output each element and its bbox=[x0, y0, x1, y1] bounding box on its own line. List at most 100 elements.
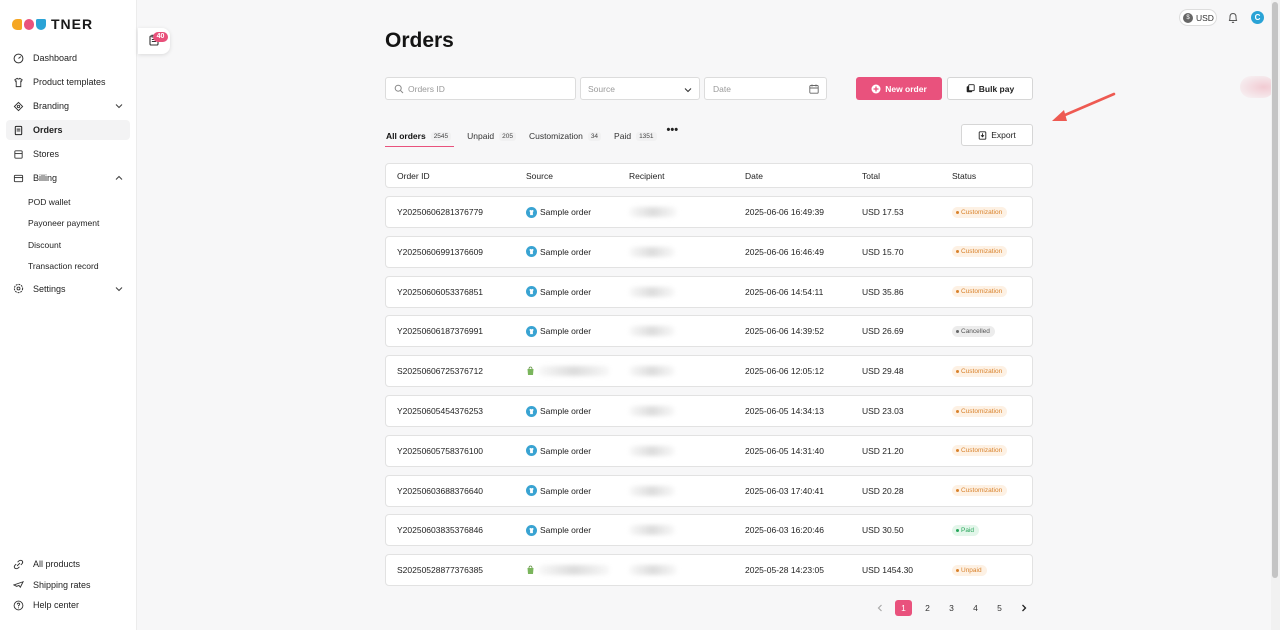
sidebar-item-settings[interactable]: Settings bbox=[6, 279, 130, 299]
bell-icon[interactable] bbox=[1227, 11, 1239, 24]
order-status: Customization bbox=[952, 237, 1008, 267]
table-row[interactable]: Y20250606991376609 Sample order 2025-06-06… bbox=[385, 235, 1033, 268]
pagination-page-1[interactable]: 1 bbox=[895, 600, 912, 616]
status-dot bbox=[956, 290, 959, 294]
pagination-page-2[interactable]: 2 bbox=[919, 600, 936, 616]
chevron-down-icon[interactable] bbox=[114, 101, 124, 111]
status-badge: Paid bbox=[952, 524, 980, 536]
table-row[interactable]: Y20250606187376991 Sample order 2025-06-06… bbox=[385, 315, 1033, 348]
source-label: Sample order bbox=[540, 485, 592, 496]
order-status: Customization bbox=[952, 436, 1008, 466]
sidebar-item-branding[interactable]: Branding bbox=[6, 96, 130, 116]
sidebar-item-product-templates[interactable]: Product templates bbox=[6, 72, 130, 92]
pagination-next-icon[interactable] bbox=[1015, 600, 1032, 616]
order-recipient bbox=[629, 436, 675, 466]
sidebar-subitem-discount[interactable]: Discount bbox=[6, 235, 130, 254]
sidebar-item-label: Shipping rates bbox=[33, 579, 91, 590]
sidebar-subitem-payoneer-payment[interactable]: Payoneer payment bbox=[6, 214, 130, 233]
source-label: Sample order bbox=[540, 286, 592, 297]
order-source: Sample order bbox=[526, 476, 591, 506]
order-date: 2025-06-06 14:54:11 bbox=[745, 286, 824, 297]
order-date: 2025-06-05 14:34:13 bbox=[745, 406, 824, 416]
task-count-badge: 40 bbox=[153, 32, 168, 42]
header-order-id: Order ID bbox=[397, 170, 430, 181]
pagination-page-4[interactable]: 4 bbox=[967, 600, 984, 616]
order-id[interactable]: S20250606725376712 bbox=[397, 356, 483, 386]
order-id[interactable]: Y20250606187376991 bbox=[397, 316, 483, 346]
pagination-prev-icon[interactable] bbox=[871, 600, 888, 616]
sidebar-item-billing[interactable]: Billing bbox=[6, 168, 130, 188]
search-input[interactable] bbox=[408, 83, 575, 94]
tab-customization[interactable]: Customization 34 bbox=[529, 126, 602, 146]
annotation-arrow bbox=[1052, 92, 1116, 121]
bulk-pay-label: Bulk pay bbox=[978, 83, 1015, 94]
sidebar-item-label: Help center bbox=[33, 600, 80, 610]
tab-count: 34 bbox=[587, 131, 602, 141]
redacted-recipient bbox=[629, 246, 675, 257]
order-status: Customization bbox=[952, 277, 1008, 307]
chevron-up-icon[interactable] bbox=[114, 173, 124, 183]
order-id[interactable]: Y20250603835376846 bbox=[397, 515, 483, 545]
redacted-recipient bbox=[629, 286, 675, 297]
sidebar-subitem-pod-wallet[interactable]: POD wallet bbox=[6, 192, 130, 211]
order-id[interactable]: Y20250603688376640 bbox=[397, 476, 483, 506]
table-row[interactable]: Y20250603835376846 Sample order 2025-06-03… bbox=[385, 514, 1033, 547]
sidebar-item-help-center[interactable]: Help center bbox=[6, 595, 130, 615]
chevron-down-icon[interactable] bbox=[114, 284, 124, 294]
table-row[interactable]: Y20250603688376640 Sample order 2025-06-03… bbox=[385, 474, 1033, 507]
table-row[interactable]: Y20250606053376851 Sample order 2025-06-06… bbox=[385, 275, 1033, 308]
bulk-pay-button[interactable]: Bulk pay bbox=[947, 77, 1033, 100]
order-tabs: All orders 2545 Unpaid 205 Customization… bbox=[385, 124, 679, 148]
table-header: Order ID Source Recipient Date Total Sta… bbox=[385, 163, 1033, 188]
date-field[interactable] bbox=[704, 77, 827, 100]
sidebar-item-shipping-rates[interactable]: Shipping rates bbox=[6, 575, 130, 595]
tab-paid[interactable]: Paid 1351 bbox=[614, 126, 657, 146]
sidebar-item-orders[interactable]: Orders bbox=[6, 120, 130, 140]
sidebar-item-dashboard[interactable]: Dashboard bbox=[6, 48, 130, 68]
export-button[interactable]: Export bbox=[961, 124, 1033, 146]
brand-logo[interactable]: TNER bbox=[12, 14, 93, 34]
order-id[interactable]: Y20250606281376779 bbox=[397, 197, 483, 227]
table-row[interactable]: Y20250605758376100 Sample order 2025-06-05… bbox=[385, 434, 1033, 467]
table-row[interactable]: S20250606725376712 2025-06-06 12:05:12 USD… bbox=[385, 355, 1033, 388]
header-source: Source bbox=[526, 170, 553, 181]
source-label: Sample order bbox=[540, 207, 592, 217]
status-dot bbox=[956, 449, 959, 453]
scrollbar-thumb[interactable] bbox=[1272, 2, 1278, 578]
order-recipient bbox=[629, 476, 675, 506]
status-badge: Customization bbox=[952, 365, 1008, 377]
avatar[interactable]: C bbox=[1251, 11, 1264, 24]
pagination-page-5[interactable]: 5 bbox=[991, 600, 1008, 616]
redacted-recipient bbox=[629, 366, 675, 377]
order-id[interactable]: S20250528877376385 bbox=[397, 555, 483, 585]
order-source: Sample order bbox=[526, 396, 591, 426]
currency-selector[interactable]: $ USD bbox=[1179, 9, 1217, 26]
currency-icon: $ bbox=[1183, 12, 1193, 23]
order-id[interactable]: Y20250606053376851 bbox=[397, 277, 483, 307]
sidebar-item-all-products[interactable]: All products bbox=[6, 554, 130, 574]
order-total: USD 1454.30 bbox=[862, 565, 914, 576]
sidebar-item-stores[interactable]: Stores bbox=[6, 144, 130, 164]
tab-all-orders[interactable]: All orders 2545 bbox=[385, 126, 455, 147]
order-date: 2025-05-28 14:23:05 bbox=[745, 565, 824, 576]
shirt-icon bbox=[12, 76, 24, 88]
table-row[interactable]: Y20250605454376253 Sample order 2025-06-05… bbox=[385, 395, 1033, 427]
table-row[interactable]: Y20250606281376779 Sample order 2025-06-06… bbox=[385, 196, 1033, 228]
tab-unpaid[interactable]: Unpaid 205 bbox=[467, 126, 516, 146]
search-field[interactable] bbox=[385, 77, 576, 100]
table-row[interactable]: S20250528877376385 2025-05-28 14:23:05 USD… bbox=[385, 554, 1033, 587]
tab-label: Unpaid bbox=[467, 131, 495, 141]
sidebar-bottom-nav: All products Shipping rates Help center bbox=[6, 554, 130, 616]
more-tabs-icon[interactable]: ••• bbox=[667, 124, 679, 136]
main-nav: Dashboard Product templates Branding Ord… bbox=[6, 48, 130, 303]
status-label: Unpaid bbox=[961, 566, 982, 574]
order-id[interactable]: Y20250605758376100 bbox=[397, 436, 483, 466]
sidebar-subitem-transaction-record[interactable]: Transaction record bbox=[6, 257, 130, 276]
order-id[interactable]: Y20250605454376253 bbox=[397, 396, 483, 426]
source-select[interactable]: Source bbox=[580, 77, 700, 100]
order-id[interactable]: Y20250606991376609 bbox=[397, 237, 483, 267]
calendar-icon[interactable] bbox=[809, 84, 819, 94]
new-order-button[interactable]: New order bbox=[856, 77, 942, 100]
pagination-page-3[interactable]: 3 bbox=[943, 600, 960, 616]
tab-count: 205 bbox=[499, 131, 516, 141]
